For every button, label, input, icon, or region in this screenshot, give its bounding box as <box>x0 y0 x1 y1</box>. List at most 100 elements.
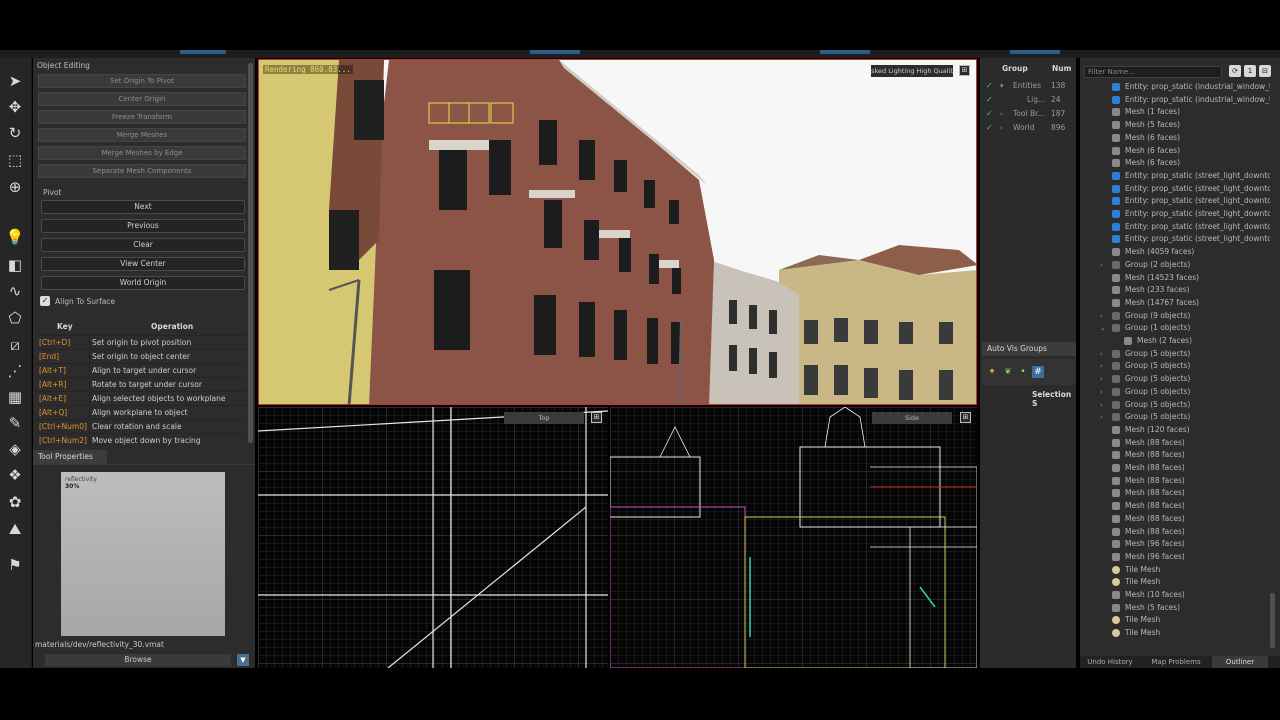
outliner-scrollbar[interactable] <box>1270 593 1275 648</box>
expand-arrow-icon[interactable]: › <box>1000 121 1003 135</box>
outliner-item[interactable]: Mesh (6 faces) <box>1080 157 1270 170</box>
browse-button[interactable]: Browse <box>45 654 231 666</box>
pivot-previous-button[interactable]: Previous <box>41 219 245 233</box>
scale-icon[interactable]: ⬚ <box>4 149 26 171</box>
outliner-item[interactable]: › Group (5 objects) <box>1080 360 1270 373</box>
visibility-check-icon[interactable]: ✓ <box>986 82 994 90</box>
visibility-check-icon[interactable]: ✓ <box>986 110 994 118</box>
block-icon[interactable]: ◧ <box>4 254 26 276</box>
visibility-check-icon[interactable]: ✓ <box>986 96 994 104</box>
outliner-item[interactable]: Mesh (120 faces) <box>1080 424 1270 437</box>
expand-all-icon[interactable]: ⊟ <box>1259 65 1271 77</box>
group-row-world[interactable]: ✓ › World 896 <box>980 121 1076 135</box>
outliner-item[interactable]: Mesh (88 faces) <box>1080 462 1270 475</box>
move-icon[interactable]: ✥ <box>4 96 26 118</box>
vertex-icon[interactable]: ⋰ <box>4 360 26 382</box>
outliner-item[interactable]: Mesh (88 faces) <box>1080 449 1270 462</box>
browse-dropdown-icon[interactable]: ▼ <box>237 654 249 666</box>
expand-arrow-icon[interactable]: › <box>1100 386 1103 399</box>
side-view-label[interactable]: Side <box>872 412 952 424</box>
outliner-item[interactable]: Mesh (88 faces) <box>1080 487 1270 500</box>
outliner-item[interactable]: › Group (2 objects) <box>1080 259 1270 272</box>
leaf-icon[interactable]: ❦ <box>1002 366 1014 378</box>
material-thumbnail[interactable]: reflectivity 30% <box>61 472 225 636</box>
clip-icon[interactable]: ⧄ <box>4 334 26 356</box>
outliner-item[interactable]: Mesh (1 faces) <box>1080 106 1270 119</box>
collapse-icon[interactable]: 1 <box>1244 65 1256 77</box>
outliner-item[interactable]: Tile Mesh <box>1080 627 1270 640</box>
expand-arrow-icon[interactable]: › <box>1100 310 1103 323</box>
outliner-item[interactable]: Tile Mesh <box>1080 564 1270 577</box>
expand-arrow-icon[interactable]: › <box>1100 348 1103 361</box>
path-icon[interactable]: ∿ <box>4 280 26 302</box>
tile-icon[interactable]: ◈ <box>4 438 26 460</box>
pivot-clear-button[interactable]: Clear <box>41 238 245 252</box>
expand-arrow-icon[interactable]: ▾ <box>1000 79 1004 93</box>
outliner-item[interactable]: Tile Mesh <box>1080 614 1270 627</box>
outliner-item[interactable]: Mesh (233 faces) <box>1080 284 1270 297</box>
outliner-item[interactable]: Mesh (88 faces) <box>1080 513 1270 526</box>
select-arrow-icon[interactable]: ➤ <box>4 70 26 92</box>
outliner-item[interactable]: Mesh (88 faces) <box>1080 500 1270 513</box>
entity-icon[interactable]: ⚑ <box>4 554 26 576</box>
group-row-lights[interactable]: ✓ Lig... 24 <box>980 93 1076 107</box>
outliner-item[interactable]: Mesh (6 faces) <box>1080 145 1270 158</box>
outliner-item[interactable]: Mesh (88 faces) <box>1080 437 1270 450</box>
auto-vis-groups-tab[interactable]: Auto Vis Groups <box>982 342 1076 356</box>
visibility-check-icon[interactable]: ✓ <box>986 124 994 132</box>
viewport-layout-icon[interactable]: ⊞ <box>591 412 602 423</box>
outliner-item[interactable]: › Group (5 objects) <box>1080 386 1270 399</box>
lightbulb-icon[interactable]: ✦ <box>986 366 998 378</box>
panel-scrollbar[interactable] <box>248 63 253 443</box>
outliner-item[interactable]: Mesh (88 faces) <box>1080 475 1270 488</box>
outliner-item[interactable]: › Group (5 objects) <box>1080 373 1270 386</box>
separate-mesh-components-button[interactable]: Separate Mesh Components <box>38 164 246 178</box>
outliner-item[interactable]: Tile Mesh <box>1080 576 1270 589</box>
viewport-side[interactable]: Side ⊞ <box>610 407 977 668</box>
outliner-item[interactable]: Mesh (96 faces) <box>1080 538 1270 551</box>
polygon-icon[interactable]: ⬠ <box>4 307 26 329</box>
outliner-item[interactable]: Entity: prop_static (street_light_downto… <box>1080 221 1270 234</box>
world-origin-button[interactable]: World Origin <box>41 276 245 290</box>
terrain-icon[interactable]: ⛰ <box>4 518 26 540</box>
outliner-item[interactable]: Mesh (88 faces) <box>1080 526 1270 539</box>
outliner-item[interactable]: Mesh (96 faces) <box>1080 551 1270 564</box>
refresh-icon[interactable]: ⟳ <box>1229 65 1241 77</box>
light-icon[interactable]: 💡 <box>4 226 26 248</box>
viewport-layout-icon[interactable]: ⊞ <box>960 412 971 423</box>
group-row-tool-brushes[interactable]: ✓ › Tool Br... 187 <box>980 107 1076 121</box>
outliner-item[interactable]: ⌄ Group (1 objects) <box>1080 322 1270 335</box>
filter-name-input[interactable]: Filter Name... <box>1084 66 1222 78</box>
grid-hash-icon[interactable]: # <box>1032 366 1044 378</box>
outliner-item[interactable]: Entity: prop_static (street_light_downto… <box>1080 208 1270 221</box>
viewport-top[interactable]: Top ⊞ <box>258 407 608 668</box>
expand-arrow-icon[interactable]: ⌄ <box>1100 322 1106 335</box>
outliner-item[interactable]: Mesh (10 faces) <box>1080 589 1270 602</box>
outliner-item[interactable]: › Group (5 objects) <box>1080 399 1270 412</box>
outliner-item[interactable]: Entity: prop_static (street_light_downto… <box>1080 233 1270 246</box>
tool-properties-tab[interactable]: Tool Properties <box>33 450 107 464</box>
outliner-item[interactable]: Mesh (4059 faces) <box>1080 246 1270 259</box>
expand-arrow-icon[interactable]: › <box>1100 259 1103 272</box>
outliner-item[interactable]: Mesh (6 faces) <box>1080 132 1270 145</box>
tab-outliner[interactable]: Outliner <box>1212 656 1268 668</box>
merge-meshes-by-edge-button[interactable]: Merge Meshes by Edge <box>38 146 246 160</box>
outliner-item[interactable]: Entity: prop_static (street_light_downto… <box>1080 170 1270 183</box>
outliner-item[interactable]: Entity: prop_static (industrial_window_t… <box>1080 81 1270 94</box>
material-icon[interactable]: ▦ <box>4 386 26 408</box>
outliner-item[interactable]: › Group (5 objects) <box>1080 348 1270 361</box>
outliner-item[interactable]: › Group (5 objects) <box>1080 411 1270 424</box>
lighting-mode-dropdown[interactable]: sked Lighting High Qualit <box>871 65 953 77</box>
viewport-3d[interactable]: Rendering 860.03... sked Lighting High Q… <box>258 59 977 405</box>
outliner-item[interactable]: Mesh (14767 faces) <box>1080 297 1270 310</box>
outliner-item[interactable]: Entity: prop_static (street_light_downto… <box>1080 183 1270 196</box>
instance-icon[interactable]: ❖ <box>4 464 26 486</box>
expand-arrow-icon[interactable]: › <box>1100 399 1103 412</box>
viewport-layout-icon[interactable]: ⊞ <box>959 65 970 76</box>
expand-arrow-icon[interactable]: › <box>1100 411 1103 424</box>
group-row-entities[interactable]: ✓ ▾ Entities 138 <box>980 79 1076 93</box>
merge-meshes-button[interactable]: Merge Meshes <box>38 128 246 142</box>
outliner-item[interactable]: Mesh (5 faces) <box>1080 119 1270 132</box>
outliner-item[interactable]: Mesh (5 faces) <box>1080 602 1270 615</box>
align-to-surface-checkbox[interactable]: ✓ <box>40 296 50 306</box>
